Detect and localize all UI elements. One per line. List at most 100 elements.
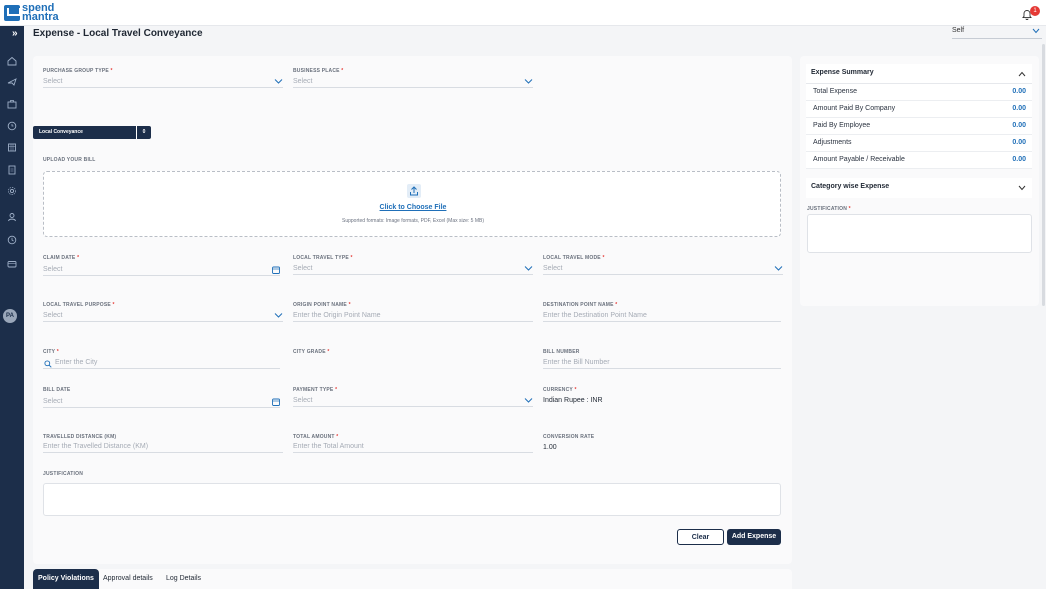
city-label: CITY * (43, 349, 59, 355)
origin-point-name-placeholder: Enter the Origin Point Name (293, 312, 381, 319)
user-avatar[interactable]: PA (3, 309, 17, 323)
local-travel-type-placeholder: Select (293, 265, 313, 272)
business-place-select[interactable]: Select (293, 78, 533, 88)
expense-summary-title: Expense Summary (811, 69, 874, 76)
summary-row: Amount Paid By Company 0.00 (806, 101, 1032, 118)
settings-icon[interactable] (4, 183, 20, 199)
notification-badge: 1 (1030, 6, 1040, 16)
top-bar: spend mantra 1 (0, 0, 1046, 26)
summary-justification-label: JUSTIFICATION * (807, 206, 851, 212)
page-title: Expense - Local Travel Conveyance (33, 28, 203, 39)
calendar-icon[interactable] (4, 139, 20, 155)
chevron-down-icon (524, 398, 533, 403)
local-conveyance-tab-label: Local Conveyance (39, 129, 83, 135)
sidebar: » PA (0, 26, 24, 589)
local-travel-type-select[interactable]: Select (293, 265, 533, 275)
tab-log-details[interactable]: Log Details (161, 569, 206, 589)
local-travel-type-label: LOCAL TRAVEL TYPE * (293, 255, 353, 261)
destination-point-name-input[interactable]: Enter the Destination Point Name (543, 312, 781, 322)
category-wise-expense-title: Category wise Expense (811, 183, 890, 190)
business-place-placeholder: Select (293, 78, 313, 85)
payment-type-label: PAYMENT TYPE * (293, 387, 338, 393)
wallet-icon[interactable] (4, 256, 20, 272)
travel-icon[interactable] (4, 74, 20, 90)
bill-date-picker[interactable]: Select (43, 398, 280, 408)
category-wise-expense-header[interactable]: Category wise Expense (806, 178, 1032, 198)
travelled-distance-input[interactable]: Enter the Travelled Distance (KM) (43, 443, 283, 453)
summary-justification-textarea[interactable] (807, 214, 1032, 253)
logo-text-line2: mantra (22, 11, 59, 23)
local-conveyance-tab-count: 0 (136, 126, 151, 139)
origin-point-name-input[interactable]: Enter the Origin Point Name (293, 312, 533, 322)
total-amount-label: TOTAL AMOUNT * (293, 434, 339, 440)
city-input[interactable]: Enter the City (43, 359, 280, 369)
summary-row: Paid By Employee 0.00 (806, 118, 1032, 135)
bill-number-input[interactable]: Enter the Bill Number (543, 359, 781, 369)
local-travel-purpose-select[interactable]: Select (43, 312, 283, 322)
local-travel-purpose-placeholder: Select (43, 312, 63, 319)
upload-bill-label: UPLOAD YOUR BILL (43, 157, 96, 163)
chevron-down-icon (524, 266, 533, 271)
spendmantra-logo[interactable]: spend mantra (4, 2, 59, 24)
local-travel-mode-placeholder: Select (543, 265, 563, 272)
currency-value: Indian Rupee : INR (543, 397, 603, 404)
bill-date-placeholder: Select (43, 398, 63, 405)
local-travel-mode-select[interactable]: Select (543, 265, 783, 275)
claim-date-label: CLAIM DATE * (43, 255, 80, 261)
home-icon[interactable] (4, 53, 20, 69)
clock-icon[interactable] (4, 232, 20, 248)
user-icon[interactable] (4, 209, 20, 225)
claim-date-placeholder: Select (43, 266, 63, 273)
choose-file-link[interactable]: Click to Choose File (44, 204, 782, 211)
bill-number-label: BILL NUMBER (543, 349, 580, 355)
total-amount-placeholder: Enter the Total Amount (293, 443, 364, 450)
travelled-distance-label: TRAVELLED DISTANCE (KM) (43, 434, 117, 440)
expand-sidebar-icon[interactable]: » (12, 28, 18, 39)
calendar-icon[interactable] (272, 266, 280, 274)
bill-date-label: BILL DATE (43, 387, 71, 393)
tab-policy-violations[interactable]: Policy Violations (33, 569, 99, 589)
upload-formats-hint: Supported formats: Image formats, PDF, E… (342, 218, 484, 224)
self-select[interactable]: Self (952, 27, 1042, 39)
purchase-group-type-select[interactable]: Select (43, 78, 283, 88)
chevron-down-icon (274, 313, 283, 318)
local-conveyance-tab[interactable]: Local Conveyance 0 (33, 126, 151, 139)
destination-point-name-placeholder: Enter the Destination Point Name (543, 312, 647, 319)
summary-row: Adjustments 0.00 (806, 135, 1032, 152)
purchase-group-type-label: PURCHASE GROUP TYPE * (43, 68, 113, 74)
payment-type-placeholder: Select (293, 397, 313, 404)
chevron-down-icon (1032, 28, 1040, 34)
upload-dropzone[interactable]: Click to Choose File Supported formats: … (43, 171, 781, 237)
summary-row: Total Expense 0.00 (806, 84, 1032, 101)
chevron-up-icon (1018, 71, 1026, 77)
currency-label: CURRENCY * (543, 387, 577, 393)
briefcase-icon[interactable] (4, 96, 20, 112)
local-travel-purpose-label: LOCAL TRAVEL PURPOSE * (43, 302, 115, 308)
document-icon[interactable] (4, 162, 20, 178)
add-expense-button[interactable]: Add Expense (727, 529, 781, 545)
purchase-group-type-placeholder: Select (43, 78, 63, 85)
city-grade-label: CITY GRADE * (293, 349, 330, 355)
upload-icon (407, 184, 421, 198)
history-icon[interactable] (4, 118, 20, 134)
expense-summary-header[interactable]: Expense Summary (806, 64, 1032, 84)
travelled-distance-placeholder: Enter the Travelled Distance (KM) (43, 443, 149, 450)
payment-type-select[interactable]: Select (293, 397, 533, 407)
local-travel-mode-label: LOCAL TRAVEL MODE * (543, 255, 605, 261)
total-amount-input[interactable]: Enter the Total Amount (293, 443, 533, 453)
clear-button[interactable]: Clear (677, 529, 724, 545)
conversion-rate-label: CONVERSION RATE (543, 434, 595, 440)
conversion-rate-value: 1.00 (543, 444, 557, 451)
chevron-down-icon (274, 79, 283, 84)
search-icon (44, 360, 52, 368)
tab-approval-details[interactable]: Approval details (98, 569, 158, 589)
chevron-down-icon (1018, 185, 1026, 191)
claim-date-picker[interactable]: Select (43, 266, 280, 276)
summary-row: Amount Payable / Receivable 0.00 (806, 152, 1032, 169)
origin-point-name-label: ORIGIN POINT NAME * (293, 302, 351, 308)
business-place-label: BUSINESS PLACE * (293, 68, 344, 74)
justification-textarea[interactable] (43, 483, 781, 516)
calendar-icon[interactable] (272, 398, 280, 406)
scrollbar[interactable] (1042, 44, 1045, 306)
logo-icon (4, 5, 21, 21)
